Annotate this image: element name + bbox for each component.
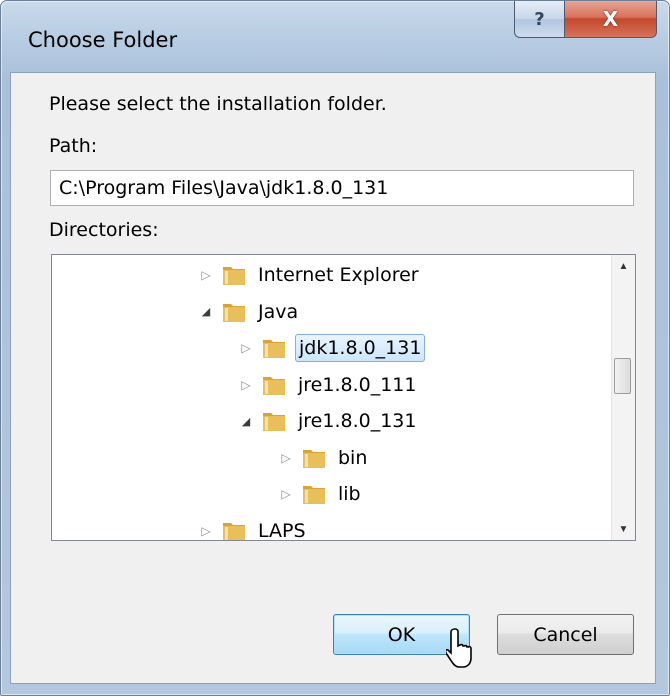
- tree-item-label: jre1.8.0_131: [298, 410, 417, 432]
- tree-item[interactable]: ▷ jdk1.8.0_131: [237, 332, 426, 364]
- tree-item[interactable]: ◢ Java: [197, 296, 301, 328]
- directories-label: Directories:: [49, 219, 159, 241]
- tree-item[interactable]: ◢ jre1.8.0_131: [237, 405, 419, 437]
- instruction-text: Please select the installation folder.: [49, 93, 387, 115]
- scroll-up-button[interactable]: ▲: [612, 255, 635, 277]
- collapsed-arrow-icon[interactable]: ▷: [197, 266, 215, 284]
- caption-buttons: ? X: [514, 1, 657, 41]
- folder-icon: [303, 449, 325, 468]
- tree-item-label: Java: [258, 300, 299, 323]
- tree-item-label: LAPS: [258, 519, 306, 541]
- tree-item-label: Internet Explorer: [258, 264, 419, 286]
- tree-item-label: jre1.8.0_111: [298, 373, 417, 396]
- folder-icon: [263, 413, 285, 431]
- folder-icon: [263, 340, 285, 358]
- close-button[interactable]: X: [565, 1, 657, 38]
- tree-item[interactable]: ▷ LAPS: [197, 515, 309, 541]
- collapsed-arrow-icon[interactable]: ▷: [277, 449, 295, 467]
- path-label: Path:: [49, 135, 98, 157]
- dialog-body: Please select the installation folder. P…: [10, 72, 656, 684]
- folder-icon: [303, 486, 325, 504]
- mouse-pointer-icon: [446, 628, 472, 668]
- collapsed-arrow-icon[interactable]: ▷: [237, 339, 255, 357]
- folder-icon: [263, 376, 285, 395]
- tree-item[interactable]: ▷ Internet Explorer: [197, 259, 422, 291]
- tree-scrollbar[interactable]: ▲ ▼: [611, 255, 635, 540]
- help-icon: ?: [534, 8, 545, 30]
- folder-icon: [223, 522, 245, 540]
- tree-item[interactable]: ▷ lib: [277, 478, 364, 510]
- collapsed-arrow-icon[interactable]: ▷: [277, 485, 295, 503]
- tree-item-label: lib: [338, 483, 361, 505]
- scroll-thumb[interactable]: [614, 358, 631, 394]
- tree-item-label: bin: [338, 446, 368, 469]
- expanded-arrow-icon[interactable]: ◢: [237, 412, 255, 430]
- scroll-down-button[interactable]: ▼: [612, 518, 635, 540]
- window-title: Choose Folder: [28, 28, 178, 52]
- cancel-button[interactable]: Cancel: [497, 614, 634, 655]
- expanded-arrow-icon[interactable]: ◢: [197, 303, 215, 321]
- help-button[interactable]: ?: [514, 1, 565, 38]
- collapsed-arrow-icon[interactable]: ▷: [197, 522, 215, 540]
- directory-tree[interactable]: ▷ Internet Explorer ◢ Java ▷ jdk1.8.0_131 ▷ jre…: [51, 254, 636, 541]
- close-icon: X: [602, 7, 619, 31]
- path-input[interactable]: [50, 170, 634, 206]
- folder-icon: [223, 267, 245, 285]
- tree-item-label: jdk1.8.0_131: [295, 334, 426, 362]
- collapsed-arrow-icon[interactable]: ▷: [237, 376, 255, 394]
- tree-item[interactable]: ▷ bin: [277, 442, 370, 474]
- folder-icon: [223, 303, 245, 322]
- tree-item[interactable]: ▷ jre1.8.0_111: [237, 369, 419, 401]
